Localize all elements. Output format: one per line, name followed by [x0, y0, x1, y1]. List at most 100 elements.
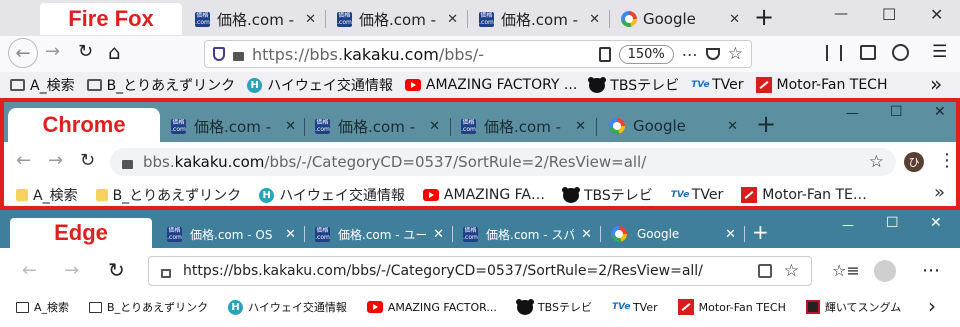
- profile-avatar[interactable]: ひ: [904, 152, 924, 172]
- chrome-omnibox[interactable]: bbs.kakaku.com/bbs/-/CategoryCD=0537/Sor…: [110, 148, 896, 176]
- bookmark-item[interactable]: Motor-Fan TE…: [741, 187, 867, 203]
- firefox-tab[interactable]: 価格 .com 価格.com - ✕: [186, 4, 324, 34]
- new-tab-button[interactable]: +: [756, 110, 776, 138]
- bookmarks-overflow-button[interactable]: »: [930, 72, 942, 96]
- firefox-tab[interactable]: 価格 .com 価格.com - ✕: [470, 4, 608, 34]
- pocket-icon[interactable]: [705, 48, 720, 60]
- bookmark-item[interactable]: H ハイウェイ交通情報: [228, 299, 347, 315]
- chrome-tab[interactable]: 価格 .com 価格.com - ✕: [454, 110, 592, 142]
- account-icon[interactable]: [892, 44, 909, 61]
- bookmark-folder[interactable]: B_とりあえずリンク: [86, 75, 235, 95]
- edge-tab[interactable]: Google ✕: [604, 220, 742, 248]
- close-icon[interactable]: ✕: [447, 12, 458, 27]
- bookmark-item[interactable]: TVe TVer: [671, 187, 723, 203]
- bookmark-item[interactable]: AMAZING FA…: [422, 187, 545, 203]
- sidebar-icon[interactable]: [860, 45, 876, 60]
- star-icon[interactable]: ☆: [728, 44, 743, 64]
- close-icon[interactable]: ✕: [285, 119, 296, 134]
- chrome-tab[interactable]: Google ✕: [600, 110, 746, 142]
- reader-view-icon[interactable]: [598, 46, 611, 62]
- bookmark-item[interactable]: TBSテレビ: [562, 185, 653, 205]
- bookmark-folder[interactable]: A_検索: [16, 299, 69, 315]
- maximize-button[interactable]: ☐: [890, 104, 903, 120]
- url-text[interactable]: https://bbs.kakaku.com/bbs/-: [252, 45, 591, 64]
- more-icon[interactable]: ⋯: [922, 260, 940, 281]
- minimize-button[interactable]: —: [842, 218, 854, 232]
- url-text[interactable]: https://bbs.kakaku.com/bbs/-/CategoryCD=…: [183, 263, 746, 279]
- close-icon[interactable]: ✕: [725, 227, 736, 242]
- profile-avatar[interactable]: [874, 260, 896, 282]
- reload-button[interactable]: ↻: [78, 41, 93, 62]
- profile-initial: ひ: [908, 156, 920, 169]
- maximize-button[interactable]: ☐: [882, 5, 896, 24]
- bookmark-item[interactable]: TVe TVer: [691, 77, 743, 93]
- reload-button[interactable]: ↻: [108, 258, 125, 282]
- lock-icon[interactable]: [161, 268, 171, 278]
- edge-tab[interactable]: 価格 .com 価格.com - スパ ✕: [456, 220, 598, 248]
- bookmark-item[interactable]: H ハイウェイ交通情報: [247, 75, 393, 95]
- bookmark-item[interactable]: TVe TVer: [612, 301, 658, 314]
- close-icon[interactable]: ✕: [429, 119, 440, 134]
- close-icon[interactable]: ✕: [581, 227, 592, 242]
- firefox-urlbar[interactable]: https://bbs.kakaku.com/bbs/- 150% ⋯ ☆: [204, 40, 752, 68]
- lock-icon[interactable]: [233, 51, 244, 61]
- bookmark-folder[interactable]: B_とりあえずリンク: [95, 185, 241, 205]
- edge-addressbar[interactable]: https://bbs.kakaku.com/bbs/-/CategoryCD=…: [148, 256, 812, 286]
- star-icon[interactable]: ☆: [869, 152, 884, 172]
- bookmark-item[interactable]: AMAZING FACTOR...: [366, 301, 497, 314]
- shield-icon[interactable]: [213, 47, 225, 61]
- bookmarks-overflow-button[interactable]: »: [934, 182, 945, 203]
- forward-button[interactable]: →: [64, 260, 79, 281]
- close-window-button[interactable]: ✕: [930, 5, 943, 24]
- read-aloud-icon[interactable]: [757, 264, 772, 278]
- firefox-tab[interactable]: 価格 .com 価格.com - ✕: [328, 4, 466, 34]
- close-window-button[interactable]: ✕: [930, 215, 942, 231]
- back-button[interactable]: ←: [8, 38, 38, 68]
- back-button[interactable]: ←: [22, 260, 37, 281]
- forward-button[interactable]: →: [48, 150, 63, 171]
- close-icon[interactable]: ✕: [589, 12, 600, 27]
- bookmark-item[interactable]: 輝いてスングム: [805, 299, 901, 315]
- new-tab-button[interactable]: +: [752, 220, 769, 244]
- star-icon[interactable]: ☆: [784, 261, 799, 281]
- close-icon[interactable]: ✕: [727, 119, 738, 134]
- library-icon[interactable]: [826, 45, 842, 61]
- bookmark-item[interactable]: TBSテレビ: [588, 75, 679, 95]
- bookmark-folder[interactable]: A_検索: [16, 185, 78, 205]
- favorites-overflow-button[interactable]: ›: [928, 294, 936, 318]
- close-icon[interactable]: ✕: [729, 12, 740, 27]
- url-text[interactable]: bbs.kakaku.com/bbs/-/CategoryCD=0537/Sor…: [143, 153, 859, 171]
- bookmark-folder[interactable]: B_とりあえずリンク: [89, 299, 208, 315]
- bookmark-item[interactable]: Motor-Fan TECH: [755, 77, 887, 93]
- bookmark-folder[interactable]: A_検索: [10, 75, 75, 95]
- kebab-menu-icon[interactable]: ⋮: [938, 150, 956, 171]
- lock-icon[interactable]: [122, 159, 133, 169]
- maximize-button[interactable]: ☐: [886, 215, 899, 231]
- minimize-button[interactable]: —: [834, 6, 848, 22]
- back-button[interactable]: ←: [16, 150, 31, 171]
- zoom-badge[interactable]: 150%: [618, 44, 674, 64]
- minimize-button[interactable]: —: [846, 106, 859, 121]
- bookmark-item[interactable]: H ハイウェイ交通情報: [259, 185, 405, 205]
- home-button[interactable]: ⌂: [108, 40, 121, 64]
- close-icon[interactable]: ✕: [433, 227, 444, 242]
- close-window-button[interactable]: ✕: [934, 104, 946, 120]
- close-icon[interactable]: ✕: [575, 119, 586, 134]
- chrome-tab[interactable]: 価格 .com 価格.com - ✕: [308, 110, 446, 142]
- forward-button[interactable]: →: [45, 41, 60, 62]
- firefox-tab[interactable]: Google ✕: [612, 4, 748, 34]
- favorites-icon[interactable]: ☆≡: [832, 261, 860, 280]
- menu-icon[interactable]: ☰: [932, 42, 947, 62]
- close-icon[interactable]: ✕: [285, 227, 296, 242]
- close-icon[interactable]: ✕: [305, 12, 316, 27]
- edge-tab[interactable]: 価格 .com 価格.com - OS ✕: [160, 220, 302, 248]
- more-icon[interactable]: ⋯: [682, 45, 698, 64]
- bookmark-item[interactable]: TBSテレビ: [515, 298, 592, 315]
- chrome-tab[interactable]: 価格 .com 価格.com - ✕: [164, 110, 302, 142]
- bookmark-item[interactable]: Motor-Fan TECH: [677, 299, 786, 315]
- new-tab-button[interactable]: +: [754, 3, 774, 31]
- bookmark-item[interactable]: AMAZING FACTORY ...: [404, 77, 577, 93]
- reload-button[interactable]: ↻: [80, 150, 95, 171]
- highway-icon: H: [228, 299, 244, 315]
- edge-tab[interactable]: 価格 .com 価格.com - ユー ✕: [308, 220, 450, 248]
